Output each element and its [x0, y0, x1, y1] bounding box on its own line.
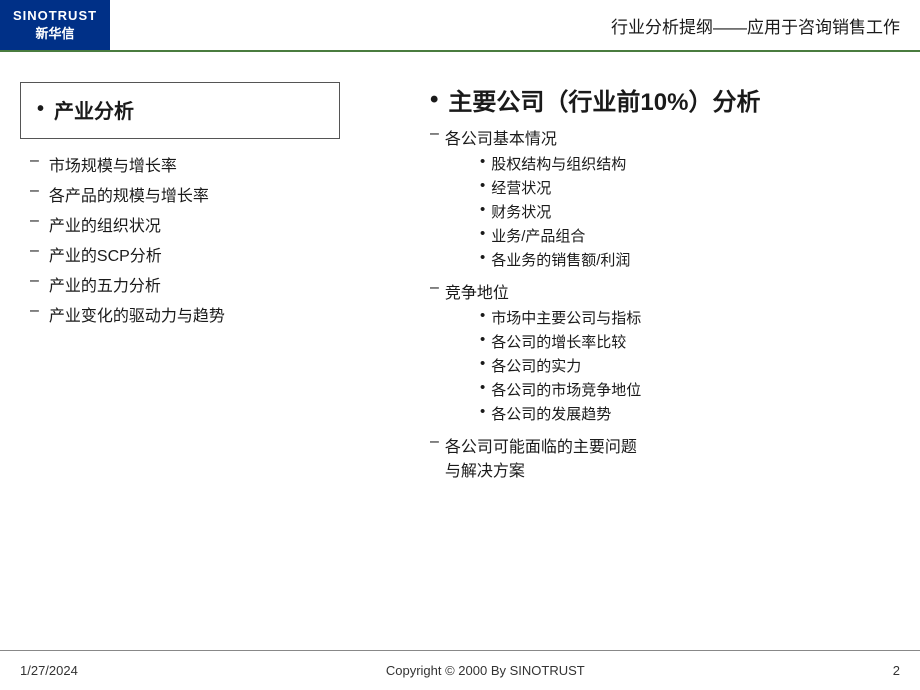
list-item: • 业务/产品组合: [450, 223, 900, 247]
item-text: 产业的SCP分析: [49, 242, 162, 266]
list-item: • 经营状况: [450, 175, 900, 199]
header: SINOTRUST 新华信 行业分析提纲——应用于咨询销售工作: [0, 0, 920, 52]
list-item: –产业的五力分析: [30, 269, 400, 299]
footer-page: 2: [893, 663, 900, 678]
group-label-text: 各公司可能面临的主要问题与解决方案: [445, 433, 637, 481]
item-text: 产业的五力分析: [49, 272, 161, 296]
right-group-1-label: – 各公司基本情况: [430, 123, 900, 151]
bullet-icon: •: [480, 307, 485, 324]
main-content: • 产业分析 –市场规模与增长率 –各产品的规模与增长率 –产业的组织状况 –产…: [0, 52, 920, 642]
right-list: – 各公司基本情况 • 股权结构与组织结构 • 经营状况 • 财务状况 • 业务/产品组…: [430, 123, 900, 483]
dash-icon: –: [30, 182, 39, 200]
bullet-icon: •: [480, 153, 485, 170]
list-item: • 股权结构与组织结构: [450, 151, 900, 175]
right-group-1-items: • 股权结构与组织结构 • 经营状况 • 财务状况 • 业务/产品组合 • 各业务的销售额…: [430, 151, 900, 271]
dash-icon: –: [430, 433, 439, 451]
header-title: 行业分析提纲——应用于咨询销售工作: [611, 13, 900, 38]
bullet-icon: •: [480, 355, 485, 372]
dash-icon: –: [430, 279, 439, 297]
dash-icon: –: [30, 152, 39, 170]
logo-box: SINOTRUST 新华信: [0, 0, 110, 50]
bullet-icon: •: [480, 249, 485, 266]
right-section-title: • 主要公司（行业前10%）分析: [430, 82, 900, 117]
item-text: 财务状况: [491, 201, 551, 222]
dash-icon: –: [30, 302, 39, 320]
item-text: 各公司的增长率比较: [491, 331, 626, 352]
list-item: • 各公司的实力: [450, 353, 900, 377]
bullet-icon: •: [480, 225, 485, 242]
header-title-area: 行业分析提纲——应用于咨询销售工作: [110, 0, 920, 50]
footer: 1/27/2024 Copyright © 2000 By SINOTRUST …: [0, 650, 920, 690]
logo-en: SINOTRUST: [13, 8, 97, 23]
list-item: –市场规模与增长率: [30, 149, 400, 179]
footer-date: 1/27/2024: [20, 663, 78, 678]
list-item: –各产品的规模与增长率: [30, 179, 400, 209]
right-group-1: – 各公司基本情况 • 股权结构与组织结构 • 经营状况 • 财务状况 • 业务/产品组…: [430, 123, 900, 271]
list-item: • 财务状况: [450, 199, 900, 223]
item-text: 业务/产品组合: [491, 225, 585, 246]
bullet-icon: •: [480, 201, 485, 218]
left-bullet: •: [37, 98, 44, 121]
list-item: –产业的组织状况: [30, 209, 400, 239]
list-item: • 市场中主要公司与指标: [450, 305, 900, 329]
left-box: • 产业分析: [20, 82, 340, 139]
item-text: 经营状况: [491, 177, 551, 198]
bullet-icon: •: [480, 403, 485, 420]
item-text: 产业变化的驱动力与趋势: [49, 302, 225, 326]
group-label-text: 竞争地位: [445, 279, 509, 303]
list-item: • 各公司的市场竞争地位: [450, 377, 900, 401]
right-bullet: •: [430, 86, 438, 114]
list-item: • 各业务的销售额/利润: [450, 247, 900, 271]
item-text: 各产品的规模与增长率: [49, 182, 209, 206]
item-text: 各公司的发展趋势: [491, 403, 611, 424]
right-group-3: – 各公司可能面临的主要问题与解决方案: [430, 431, 900, 483]
dash-icon: –: [30, 242, 39, 260]
bullet-icon: •: [480, 177, 485, 194]
item-text: 各公司的市场竞争地位: [491, 379, 641, 400]
dash-icon: –: [30, 212, 39, 230]
right-group-2: – 竞争地位 • 市场中主要公司与指标 • 各公司的增长率比较 • 各公司的实力 • 各…: [430, 277, 900, 425]
left-section-title: • 产业分析: [37, 95, 323, 124]
item-text: 股权结构与组织结构: [491, 153, 626, 174]
list-item: • 各公司的增长率比较: [450, 329, 900, 353]
right-group-2-items: • 市场中主要公司与指标 • 各公司的增长率比较 • 各公司的实力 • 各公司的市场竞争…: [430, 305, 900, 425]
left-title-text: 产业分析: [54, 95, 134, 124]
dash-icon: –: [430, 125, 439, 143]
item-text: 各公司的实力: [491, 355, 581, 376]
list-item: –产业的SCP分析: [30, 239, 400, 269]
item-text: 产业的组织状况: [49, 212, 161, 236]
left-list: –市场规模与增长率 –各产品的规模与增长率 –产业的组织状况 –产业的SCP分析…: [20, 149, 400, 329]
right-column: • 主要公司（行业前10%）分析 – 各公司基本情况 • 股权结构与组织结构 • 经…: [410, 82, 900, 622]
right-title-text: 主要公司（行业前10%）分析: [448, 82, 760, 117]
item-text: 各业务的销售额/利润: [491, 249, 630, 270]
logo-cn: 新华信: [35, 23, 74, 42]
right-group-2-label: – 竞争地位: [430, 277, 900, 305]
bullet-icon: •: [480, 331, 485, 348]
footer-copyright: Copyright © 2000 By SINOTRUST: [386, 663, 585, 678]
dash-icon: –: [30, 272, 39, 290]
list-item: –产业变化的驱动力与趋势: [30, 299, 400, 329]
right-group-3-label: – 各公司可能面临的主要问题与解决方案: [430, 431, 900, 483]
item-text: 市场中主要公司与指标: [491, 307, 641, 328]
list-item: • 各公司的发展趋势: [450, 401, 900, 425]
bullet-icon: •: [480, 379, 485, 396]
group-label-text: 各公司基本情况: [445, 125, 557, 149]
item-text: 市场规模与增长率: [49, 152, 177, 176]
left-column: • 产业分析 –市场规模与增长率 –各产品的规模与增长率 –产业的组织状况 –产…: [20, 82, 400, 622]
